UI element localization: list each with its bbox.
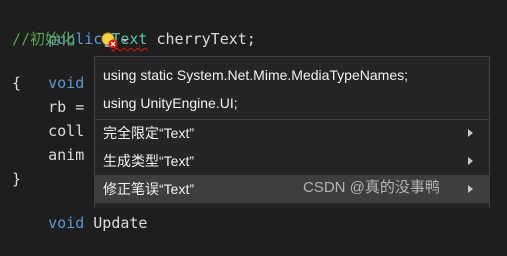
menu-item-label: using UnityEngine.UI; (103, 95, 238, 111)
keyword-void: void (48, 74, 85, 92)
method-name-update: Update (84, 214, 148, 232)
menu-item-label: 生成类型“Text” (103, 153, 194, 169)
submenu-arrow-icon (468, 157, 473, 165)
code-line-coll: coll (12, 122, 85, 140)
menu-item-label: 完全限定“Text” (103, 125, 194, 141)
code-line-field-declaration: public Text cherryText; (12, 6, 256, 48)
menu-item-label: 修正笔误“Text” (103, 181, 194, 197)
submenu-arrow-icon (468, 129, 473, 137)
menu-item-fully-qualify-text[interactable]: 完全限定“Text” (95, 119, 489, 147)
menu-item-label: using static System.Net.Mime.MediaTypeNa… (103, 67, 408, 83)
menu-item-using-unityengine-ui[interactable]: using UnityEngine.UI; (95, 89, 489, 117)
submenu-arrow-icon (468, 185, 473, 193)
lightbulb-error-icon (101, 32, 128, 49)
quick-actions-lightbulb[interactable] (100, 31, 130, 51)
code-line-anim: anim (12, 146, 85, 164)
keyword-void-2: void (48, 214, 85, 232)
menu-item-using-static-mediatypenames[interactable]: using static System.Net.Mime.MediaTypeNa… (95, 61, 489, 89)
code-brace-close: } (12, 170, 22, 188)
code-brace-open: { (12, 74, 22, 92)
chevron-down-icon (122, 39, 128, 42)
watermark: CSDN @真的没事鸭 (303, 179, 440, 196)
code-comment: //初始化 (12, 30, 76, 48)
code-line-rb: rb = (12, 98, 94, 116)
field-name: cherryText; (147, 30, 256, 48)
menu-item-generate-type-text[interactable]: 生成类型“Text” (95, 147, 489, 175)
